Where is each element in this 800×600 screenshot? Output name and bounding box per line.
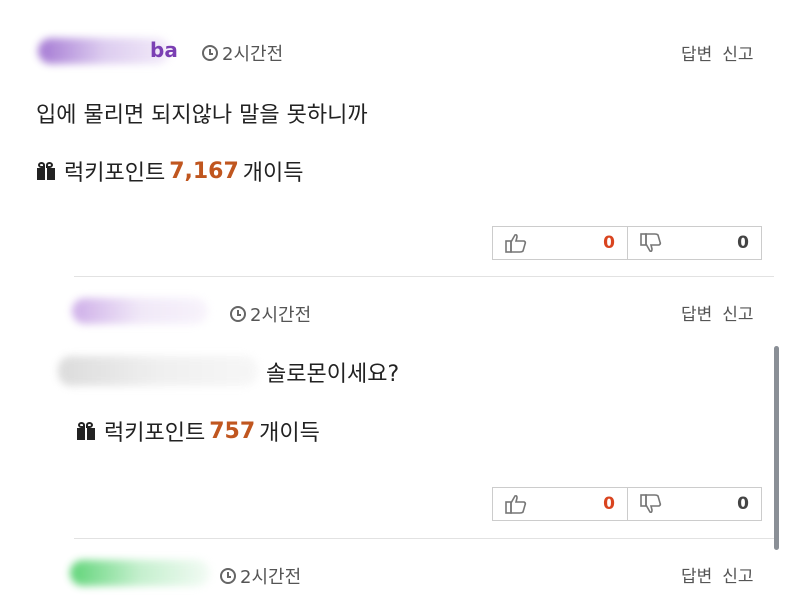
clock-icon [220, 568, 236, 584]
vote-box: 0 0 [492, 226, 762, 260]
time-label: 2시간전 [240, 567, 302, 588]
comment-actions: 답변 신고 [681, 40, 754, 65]
reply-link[interactable]: 답변 [681, 40, 712, 65]
points-suffix: 개이득 [259, 421, 320, 446]
author-name[interactable]: ba [150, 38, 178, 62]
gift-icon [36, 162, 56, 180]
time-label: 2시간전 [222, 44, 284, 65]
dislike-count: 0 [737, 494, 749, 514]
comment-time: 2시간전 [202, 40, 283, 66]
comment-time: 2시간전 [230, 301, 311, 327]
mention-redacted [58, 356, 258, 386]
thumbs-up-icon [505, 233, 527, 253]
comment-body: 솔로몬이세요? [266, 362, 400, 387]
vote-box: 0 0 [492, 487, 762, 521]
time-label: 2시간전 [250, 305, 312, 326]
thumbs-down-icon [640, 233, 662, 253]
like-button[interactable]: 0 [493, 488, 627, 520]
clock-icon [230, 306, 246, 322]
reply-link[interactable]: 답변 [681, 562, 712, 587]
comment-divider [74, 276, 774, 277]
comment-thread: ba 2시간전 답변 신고 입에 물리면 되지않나 말을 못하니까 럭키포인트 … [0, 0, 800, 600]
like-count: 0 [603, 494, 615, 514]
report-link[interactable]: 신고 [722, 40, 753, 65]
dislike-button[interactable]: 0 [627, 488, 761, 520]
scrollbar[interactable] [774, 346, 779, 550]
points-prefix: 럭키포인트 [104, 421, 206, 446]
dislike-count: 0 [737, 233, 749, 253]
author-name-redacted [72, 298, 208, 324]
comment-divider [74, 538, 774, 539]
comment-actions: 답변 신고 [681, 562, 754, 587]
comment-actions: 답변 신고 [681, 300, 754, 325]
lucky-points: 럭키포인트 7,167 개이득 [36, 155, 304, 187]
points-value: 757 [209, 418, 256, 444]
points-prefix: 럭키포인트 [64, 161, 166, 186]
clock-icon [202, 45, 218, 61]
dislike-button[interactable]: 0 [627, 227, 761, 259]
points-value: 7,167 [169, 158, 239, 184]
points-suffix: 개이득 [242, 161, 304, 186]
comment-time: 2시간전 [220, 563, 301, 589]
like-button[interactable]: 0 [493, 227, 627, 259]
reply-link[interactable]: 답변 [681, 300, 712, 325]
thumbs-up-icon [505, 494, 527, 514]
thumbs-down-icon [640, 494, 662, 514]
report-link[interactable]: 신고 [722, 300, 753, 325]
lucky-points: 럭키포인트 757 개이득 [76, 415, 320, 447]
gift-icon [76, 422, 96, 440]
like-count: 0 [603, 233, 615, 253]
comment-body: 입에 물리면 되지않나 말을 못하니까 [36, 103, 368, 128]
author-name-redacted [70, 560, 210, 586]
report-link[interactable]: 신고 [722, 562, 753, 587]
